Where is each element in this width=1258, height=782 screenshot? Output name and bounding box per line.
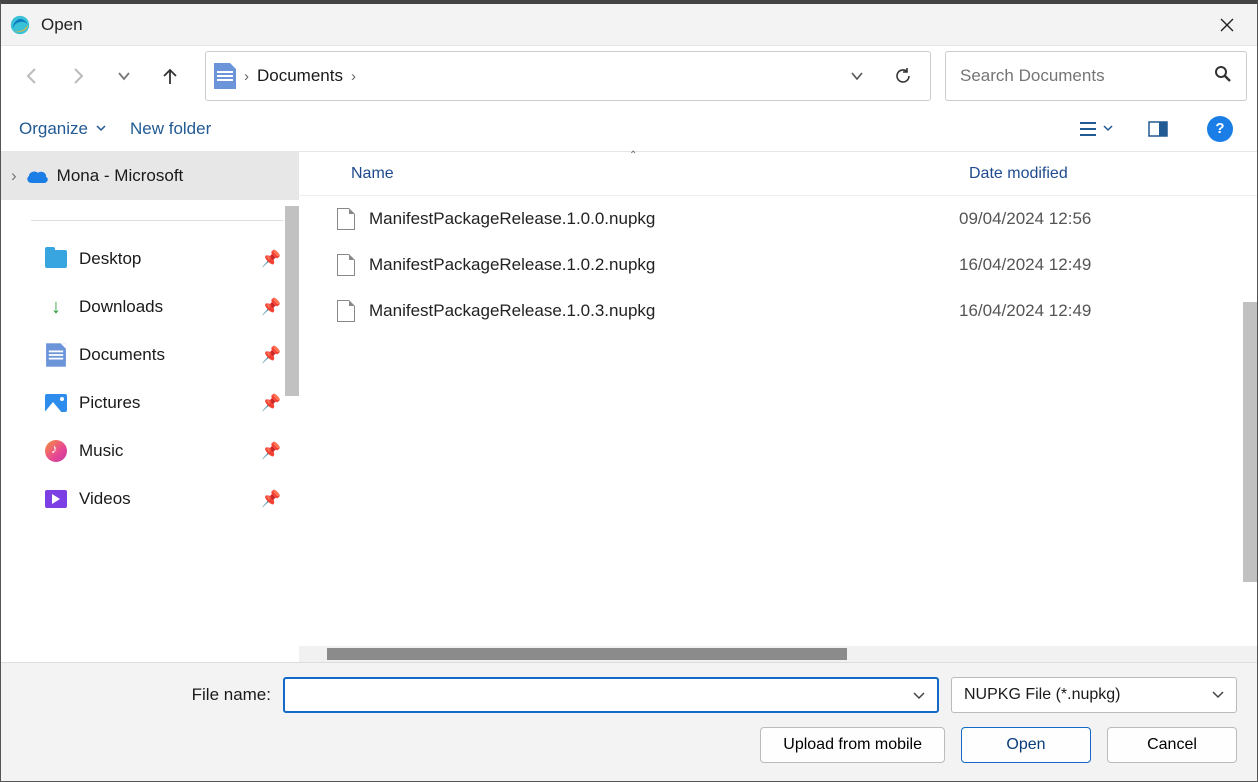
view-options-button[interactable] [1077,112,1115,146]
file-date: 16/04/2024 12:49 [959,301,1091,321]
sidebar-item-desktop[interactable]: Desktop 📌 [1,235,299,283]
sidebar-item-label: Desktop [79,249,249,269]
file-name: ManifestPackageRelease.1.0.0.nupkg [369,209,655,229]
sidebar-item-music[interactable]: Music 📌 [1,427,299,475]
up-button[interactable] [149,55,191,97]
file-type-filter[interactable]: NUPKG File (*.nupkg) [951,677,1237,713]
footer-panel: File name: NUPKG File (*.nupkg) Upload f… [1,662,1257,781]
breadcrumb-current[interactable]: Documents [257,66,343,86]
file-name-label: File name: [21,685,271,705]
sidebar-item-label: Pictures [79,393,249,413]
refresh-button[interactable] [884,57,922,95]
sidebar-item-label: Downloads [79,297,249,317]
chevron-right-icon[interactable]: › [351,68,356,85]
chevron-down-icon[interactable] [913,687,929,704]
upload-from-mobile-button[interactable]: Upload from mobile [760,727,945,763]
videos-icon [45,488,67,510]
downloads-icon: ↓ [45,296,67,318]
sidebar-item-downloads[interactable]: ↓ Downloads 📌 [1,283,299,331]
column-header-name[interactable]: Name [299,165,959,183]
vertical-scrollbar[interactable] [1243,302,1257,582]
file-icon [337,208,355,230]
file-name-combo[interactable] [283,677,939,713]
pin-icon: 📌 [261,441,281,461]
file-icon [337,254,355,276]
pin-icon: 📌 [261,297,281,317]
navigation-pane: › Mona - Microsoft Desktop 📌 ↓ Downloads… [1,152,299,662]
column-headers: ⌃ Name Date modified [299,152,1257,196]
onedrive-label: Mona - Microsoft [57,166,184,186]
file-date: 16/04/2024 12:49 [959,255,1091,275]
documents-path-icon [214,63,236,89]
pin-icon: 📌 [261,393,281,413]
file-name: ManifestPackageRelease.1.0.2.nupkg [369,255,655,275]
pin-icon: 📌 [261,489,281,509]
chevron-down-icon [1212,691,1224,699]
chevron-right-icon: › [11,166,17,186]
sort-indicator-icon: ⌃ [629,150,637,161]
sidebar-item-pictures[interactable]: Pictures 📌 [1,379,299,427]
addressbar-dropdown[interactable] [838,57,876,95]
file-name-input[interactable] [293,686,913,704]
chevron-right-icon: › [244,68,249,85]
pin-icon: 📌 [261,345,281,365]
sidebar-item-label: Documents [79,345,249,365]
sidebar-item-label: Videos [79,489,249,509]
command-bar: Organize New folder ? [1,106,1257,152]
sidebar-scrollbar[interactable] [285,206,299,396]
desktop-icon [45,248,67,270]
onedrive-icon [25,168,49,184]
help-button[interactable]: ? [1201,112,1239,146]
search-icon [1214,65,1232,87]
organize-label: Organize [19,119,88,139]
address-bar[interactable]: › Documents › [205,51,931,101]
titlebar: Open [1,4,1257,46]
file-date: 09/04/2024 12:56 [959,209,1091,229]
sidebar-onedrive[interactable]: › Mona - Microsoft [1,152,299,200]
back-button[interactable] [11,55,53,97]
documents-icon [45,344,67,366]
divider [31,220,283,221]
search-box[interactable] [945,51,1247,101]
preview-pane-button[interactable] [1139,112,1177,146]
horizontal-scrollbar[interactable] [299,646,1257,662]
organize-menu[interactable]: Organize [19,119,106,139]
nav-bar: › Documents › [1,46,1257,106]
file-row[interactable]: ManifestPackageRelease.1.0.0.nupkg 09/04… [299,196,1257,242]
scrollbar-thumb[interactable] [327,648,847,660]
search-input[interactable] [960,66,1180,86]
recent-dropdown[interactable] [103,55,145,97]
forward-button[interactable] [57,55,99,97]
file-row[interactable]: ManifestPackageRelease.1.0.3.nupkg 16/04… [299,288,1257,334]
open-button[interactable]: Open [961,727,1091,763]
sidebar-item-label: Music [79,441,249,461]
file-row[interactable]: ManifestPackageRelease.1.0.2.nupkg 16/04… [299,242,1257,288]
help-icon: ? [1207,116,1233,142]
file-list-panel: ⌃ Name Date modified ManifestPackageRele… [299,152,1257,662]
sidebar-item-videos[interactable]: Videos 📌 [1,475,299,523]
close-button[interactable] [1205,7,1249,43]
edge-icon [9,14,31,36]
music-icon [45,440,67,462]
file-list: ManifestPackageRelease.1.0.0.nupkg 09/04… [299,196,1257,646]
file-icon [337,300,355,322]
window-title: Open [41,15,1205,35]
new-folder-button[interactable]: New folder [130,119,211,139]
main-area: › Mona - Microsoft Desktop 📌 ↓ Downloads… [1,152,1257,662]
column-header-date[interactable]: Date modified [959,165,1068,183]
filter-label: NUPKG File (*.nupkg) [964,686,1121,704]
file-name: ManifestPackageRelease.1.0.3.nupkg [369,301,655,321]
sidebar-item-documents[interactable]: Documents 📌 [1,331,299,379]
cancel-button[interactable]: Cancel [1107,727,1237,763]
pictures-icon [45,392,67,414]
pin-icon: 📌 [261,249,281,269]
